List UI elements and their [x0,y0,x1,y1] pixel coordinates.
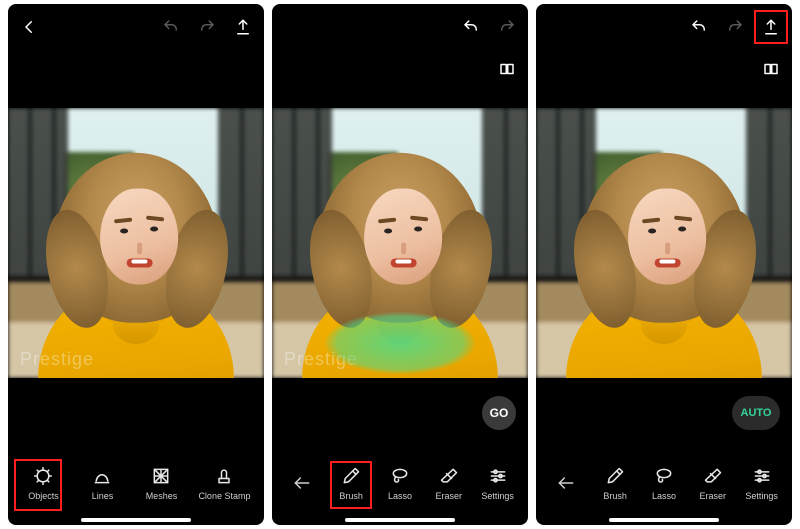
remove-toolbar: Brush Lasso Eraser Settings [272,453,528,513]
home-indicator [345,518,455,522]
watermark-text: Prestige [20,349,94,370]
home-indicator [609,518,719,522]
auto-button[interactable]: AUTO [732,396,780,430]
tool-objects[interactable]: Objects [21,465,65,501]
eraser-icon [702,465,724,487]
eraser-icon [438,465,460,487]
redo-icon[interactable] [498,18,516,36]
image-canvas[interactable] [536,108,792,378]
home-indicator [81,518,191,522]
tool-label: Objects [28,491,59,501]
export-icon[interactable] [234,18,252,36]
tool-lasso[interactable]: Lasso [642,465,686,501]
image-canvas[interactable]: Prestige [272,108,528,378]
redo-icon[interactable] [198,18,216,36]
tool-lines[interactable]: Lines [80,465,124,501]
tool-label: Settings [745,491,778,501]
objects-icon [32,465,54,487]
panel-3: AUTO Brush Lasso Eraser Settings [536,4,792,525]
top-bar [536,4,792,50]
auto-label: AUTO [741,407,772,419]
tool-label: Eraser [436,491,463,501]
brush-icon [604,465,626,487]
tool-lasso[interactable]: Lasso [378,465,422,501]
compare-icon[interactable] [762,60,780,78]
back-arrow-icon [291,472,313,494]
tool-label: Brush [339,491,363,501]
panel-2: Prestige GO Brush Lasso Eraser [272,4,528,525]
tool-label: Brush [603,491,627,501]
settings-icon [751,465,773,487]
edited-photo: Prestige [272,108,528,378]
lasso-icon [653,465,675,487]
brush-icon [340,465,362,487]
go-button[interactable]: GO [482,396,516,430]
tool-eraser[interactable]: Eraser [427,465,471,501]
tool-settings[interactable]: Settings [740,465,784,501]
undo-icon[interactable] [162,18,180,36]
top-bar [8,4,264,50]
tool-label: Lasso [652,491,676,501]
tool-label: Settings [481,491,514,501]
panel-1: Prestige Objects Lines Meshes Clone Stam… [8,4,264,525]
meshes-icon [150,465,172,487]
tool-label: Clone Stamp [198,491,250,501]
tool-label: Lines [92,491,114,501]
back-arrow-icon [555,472,577,494]
clone-stamp-icon [213,465,235,487]
edited-photo: Prestige [8,108,264,378]
lines-icon [91,465,113,487]
undo-icon[interactable] [690,18,708,36]
tutorial-three-panel: Prestige Objects Lines Meshes Clone Stam… [0,0,800,529]
edited-photo [536,108,792,378]
main-toolbar: Objects Lines Meshes Clone Stamp [8,453,264,513]
undo-icon[interactable] [462,18,480,36]
toolbar-back[interactable] [544,472,588,494]
back-icon[interactable] [20,18,38,36]
tool-brush[interactable]: Brush [329,465,373,501]
compare-icon[interactable] [498,60,516,78]
tool-label: Lasso [388,491,412,501]
top-bar [272,4,528,50]
go-label: GO [490,406,509,420]
redo-icon[interactable] [726,18,744,36]
tool-brush[interactable]: Brush [593,465,637,501]
tool-eraser[interactable]: Eraser [691,465,735,501]
brush-mask-overlay [325,312,475,374]
toolbar-back[interactable] [280,472,324,494]
tool-label: Eraser [700,491,727,501]
tool-clone-stamp[interactable]: Clone Stamp [198,465,250,501]
tool-label: Meshes [146,491,178,501]
tool-meshes[interactable]: Meshes [139,465,183,501]
image-canvas[interactable]: Prestige [8,108,264,378]
export-icon[interactable] [762,18,780,36]
settings-icon [487,465,509,487]
tool-settings[interactable]: Settings [476,465,520,501]
remove-toolbar: Brush Lasso Eraser Settings [536,453,792,513]
lasso-icon [389,465,411,487]
